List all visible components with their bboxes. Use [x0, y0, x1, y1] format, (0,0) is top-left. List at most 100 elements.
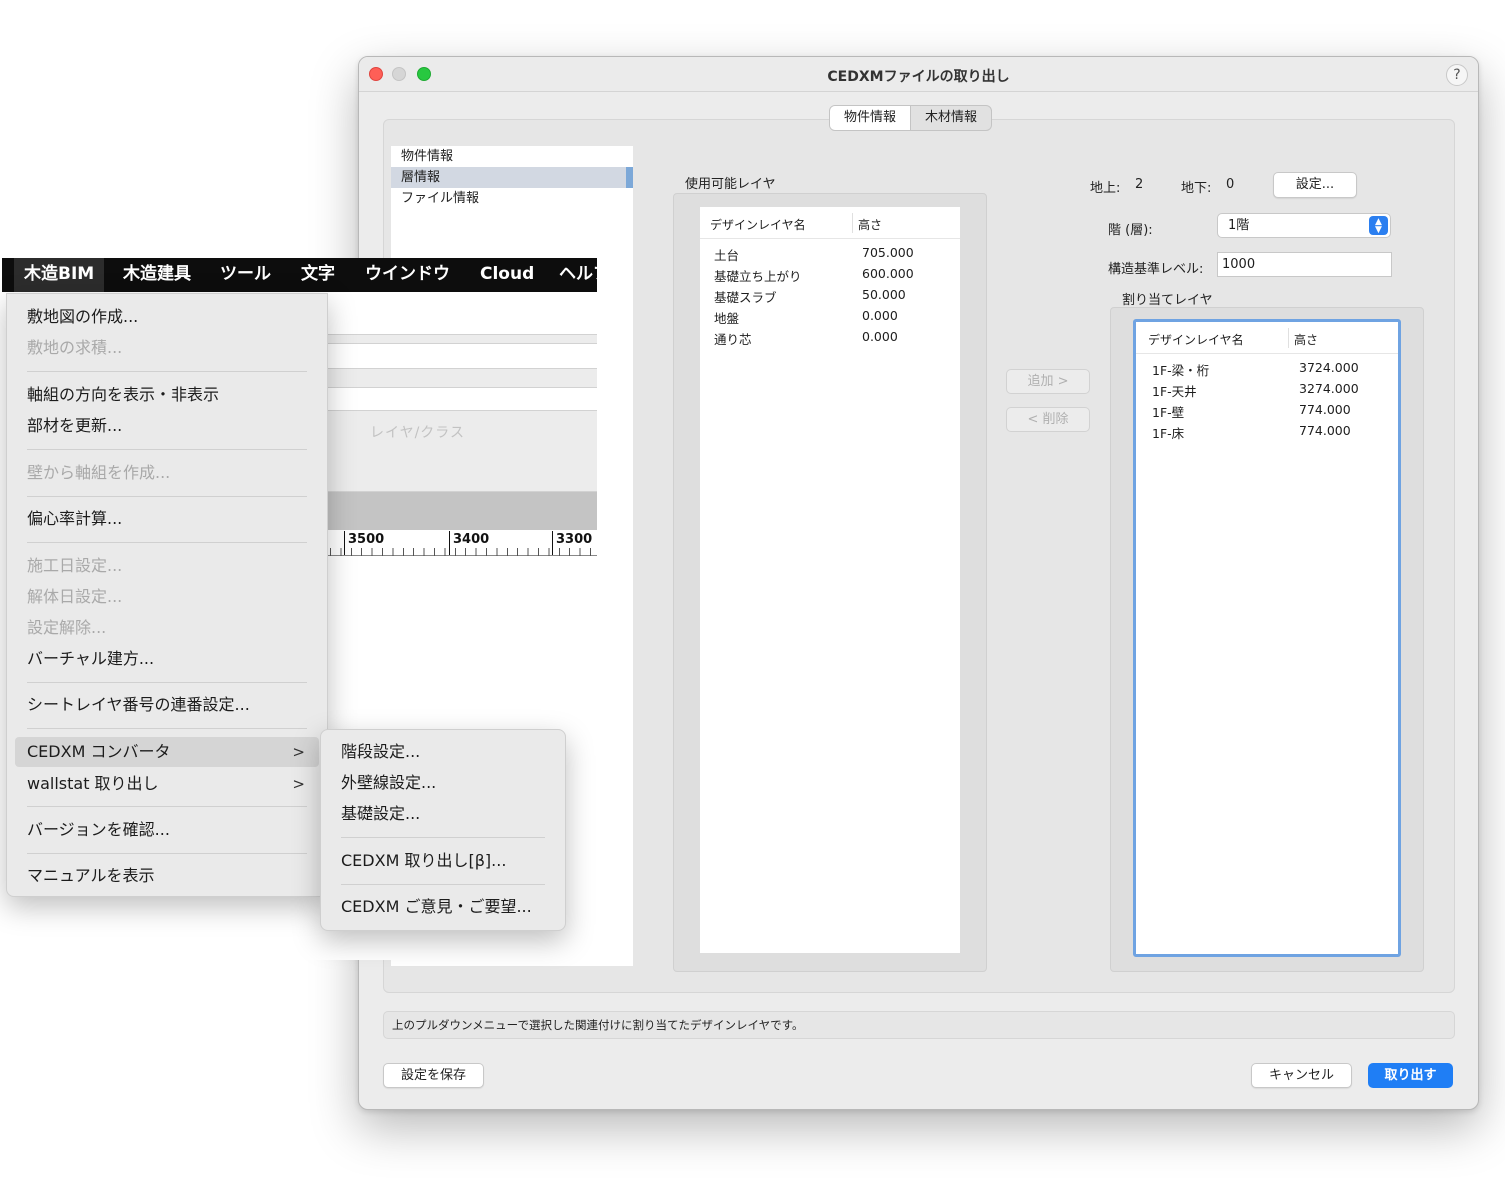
row-layer-name: 通り芯 — [714, 332, 752, 347]
table-row[interactable]: 基礎立ち上がり 600.000 — [700, 264, 960, 285]
column-header-height[interactable]: 高さ — [858, 216, 882, 233]
floor-settings-button[interactable]: 設定... — [1273, 172, 1357, 198]
layer-class-label: レイヤ/クラス — [370, 425, 466, 441]
menu-item-check-version[interactable]: バージョンを確認... — [15, 815, 319, 845]
row-layer-name: 基礎立ち上がり — [714, 269, 802, 284]
ruler-label: 3300 — [552, 531, 592, 555]
window-title: CEDXMファイルの取り出し — [827, 69, 1010, 85]
help-button[interactable]: ? — [1446, 64, 1468, 86]
palette-header — [320, 492, 597, 530]
row-layer-name: 1F-天井 — [1152, 384, 1197, 399]
table-row[interactable]: 1F-天井 3274.000 — [1136, 379, 1398, 400]
section-item-property[interactable]: 物件情報 — [391, 146, 633, 167]
row-layer-name: 基礎スラブ — [714, 290, 777, 305]
menubar-item-help[interactable]: ヘルプ — [549, 258, 597, 292]
row-height: 0.000 — [862, 308, 898, 323]
structure-level-input[interactable]: 1000 — [1217, 252, 1392, 277]
column-header-layer-name[interactable]: デザインレイヤ名 — [1148, 331, 1244, 348]
submenu-item-exterior-wall-line[interactable]: 外壁線設定... — [329, 768, 557, 798]
menubar-item-cloud[interactable]: Cloud — [470, 258, 544, 292]
row-height: 3274.000 — [1299, 381, 1359, 396]
menubar-item-mokuzo-tategu[interactable]: 木造建具 — [113, 258, 201, 292]
floor-select[interactable]: 1階 ▲ ▼ — [1217, 213, 1391, 238]
menu-separator — [27, 806, 307, 807]
menu-item-site-area: 敷地の求積... — [27, 338, 123, 357]
menu-item-wallstat-export[interactable]: wallstat 取り出し > — [15, 769, 319, 799]
chevron-right-icon: > — [292, 775, 305, 793]
available-layers-table[interactable]: デザインレイヤ名 高さ 土台 705.000 基礎立ち上がり 600.000 基礎ス… — [700, 207, 960, 953]
menubar-item-text[interactable]: 文字 — [291, 258, 345, 292]
menu-item-frame-from-walls: 壁から軸組を作成... — [27, 463, 171, 482]
table-row[interactable]: 1F-床 774.000 — [1136, 421, 1398, 442]
toolbar-strip — [320, 334, 597, 344]
menubar-item-mokuzo-bim[interactable]: 木造BIM — [14, 258, 105, 292]
menu-separator — [27, 449, 307, 450]
title-bar: CEDXMファイルの取り出し ? — [359, 57, 1478, 92]
menu-separator — [27, 682, 307, 683]
below-ground-label: 地下: — [1181, 181, 1212, 196]
table-row[interactable]: 基礎スラブ 50.000 — [700, 285, 960, 306]
menu-separator — [27, 371, 307, 372]
remove-layer-button[interactable]: < 削除 — [1006, 407, 1090, 432]
menu-item-cedxm-converter[interactable]: CEDXM コンバータ > — [15, 737, 319, 767]
row-height: 3724.000 — [1299, 360, 1359, 375]
mokuzo-bim-menu: 敷地図の作成... 敷地の求積... 軸組の方向を表示・非表示 部材を更新...… — [6, 293, 328, 897]
structure-level-label: 構造基準レベル: — [1108, 262, 1204, 277]
submenu-item-cedxm-export[interactable]: CEDXM 取り出し[β]... — [329, 846, 557, 876]
menu-item-sheet-layer-numbering[interactable]: シートレイヤ番号の連番設定... — [15, 690, 319, 720]
column-header-height[interactable]: 高さ — [1294, 331, 1318, 348]
table-row[interactable]: 地盤 0.000 — [700, 306, 960, 327]
table-header: デザインレイヤ名 高さ — [1136, 322, 1398, 354]
floor-select-value: 1階 — [1228, 218, 1250, 233]
tab-property-info[interactable]: 物件情報 — [830, 106, 912, 130]
menu-item-create-site-plan[interactable]: 敷地図の作成... — [15, 302, 319, 332]
table-row[interactable]: 1F-壁 774.000 — [1136, 400, 1398, 421]
menu-separator — [27, 728, 307, 729]
above-ground-label: 地上: — [1090, 181, 1121, 196]
menu-item-update-members[interactable]: 部材を更新... — [15, 411, 319, 441]
row-height: 774.000 — [1299, 423, 1351, 438]
up-down-chevron-icon: ▲ ▼ — [1369, 216, 1388, 235]
row-height: 705.000 — [862, 245, 914, 260]
menu-item-toggle-frame-direction[interactable]: 軸組の方向を表示・非表示 — [15, 380, 319, 410]
section-item-file[interactable]: ファイル情報 — [391, 188, 633, 209]
tab-timber-info[interactable]: 木材情報 — [911, 106, 991, 130]
menu-separator — [341, 837, 545, 838]
export-button[interactable]: 取り出す — [1368, 1063, 1453, 1088]
submenu-item-stair-settings[interactable]: 階段設定... — [329, 737, 557, 767]
below-ground-value: 0 — [1226, 177, 1235, 192]
cancel-button[interactable]: キャンセル — [1251, 1063, 1352, 1088]
table-row[interactable]: 1F-梁・桁 3724.000 — [1136, 358, 1398, 379]
menu-item-clear-settings: 設定解除... — [27, 618, 107, 637]
row-layer-name: 1F-梁・桁 — [1152, 363, 1210, 378]
row-height: 600.000 — [862, 266, 914, 281]
table-row[interactable]: 通り芯 0.000 — [700, 327, 960, 348]
menu-item-show-manual[interactable]: マニュアルを表示 — [15, 861, 319, 891]
row-height: 50.000 — [862, 287, 906, 302]
menubar-item-tools[interactable]: ツール — [210, 258, 281, 292]
menu-separator — [27, 496, 307, 497]
menu-separator — [341, 884, 545, 885]
menu-item-virtual-erection[interactable]: バーチャル建方... — [15, 644, 319, 674]
submenu-item-foundation-settings[interactable]: 基礎設定... — [329, 799, 557, 829]
toolbar-strip — [320, 368, 597, 388]
menubar-item-window[interactable]: ウインドウ — [355, 258, 460, 292]
add-layer-button[interactable]: 追加 > — [1006, 369, 1090, 394]
row-layer-name: 1F-床 — [1152, 426, 1185, 441]
menu-separator — [27, 542, 307, 543]
table-row[interactable]: 土台 705.000 — [700, 243, 960, 264]
column-header-layer-name[interactable]: デザインレイヤ名 — [710, 216, 806, 233]
menu-separator — [27, 853, 307, 854]
status-message: 上のプルダウンメニューで選択した関連付けに割り当てたデザインレイヤです。 — [383, 1011, 1455, 1039]
row-layer-name: 1F-壁 — [1152, 405, 1185, 420]
submenu-item-cedxm-feedback[interactable]: CEDXM ご意見・ご要望... — [329, 892, 557, 922]
assigned-layers-table[interactable]: デザインレイヤ名 高さ 1F-梁・桁 3724.000 1F-天井 3274.000… — [1133, 319, 1401, 957]
chevron-right-icon: > — [292, 743, 305, 761]
app-menubar: 木造BIM 木造建具 ツール 文字 ウインドウ Cloud ヘルプ — [2, 258, 597, 292]
section-item-layers[interactable]: 層情報 — [391, 167, 633, 188]
menu-item-eccentricity-calc[interactable]: 偏心率計算... — [15, 504, 319, 534]
row-height: 774.000 — [1299, 402, 1351, 417]
menu-item-label: CEDXM コンバータ — [27, 742, 171, 761]
save-settings-button[interactable]: 設定を保存 — [383, 1063, 484, 1088]
row-height: 0.000 — [862, 329, 898, 344]
